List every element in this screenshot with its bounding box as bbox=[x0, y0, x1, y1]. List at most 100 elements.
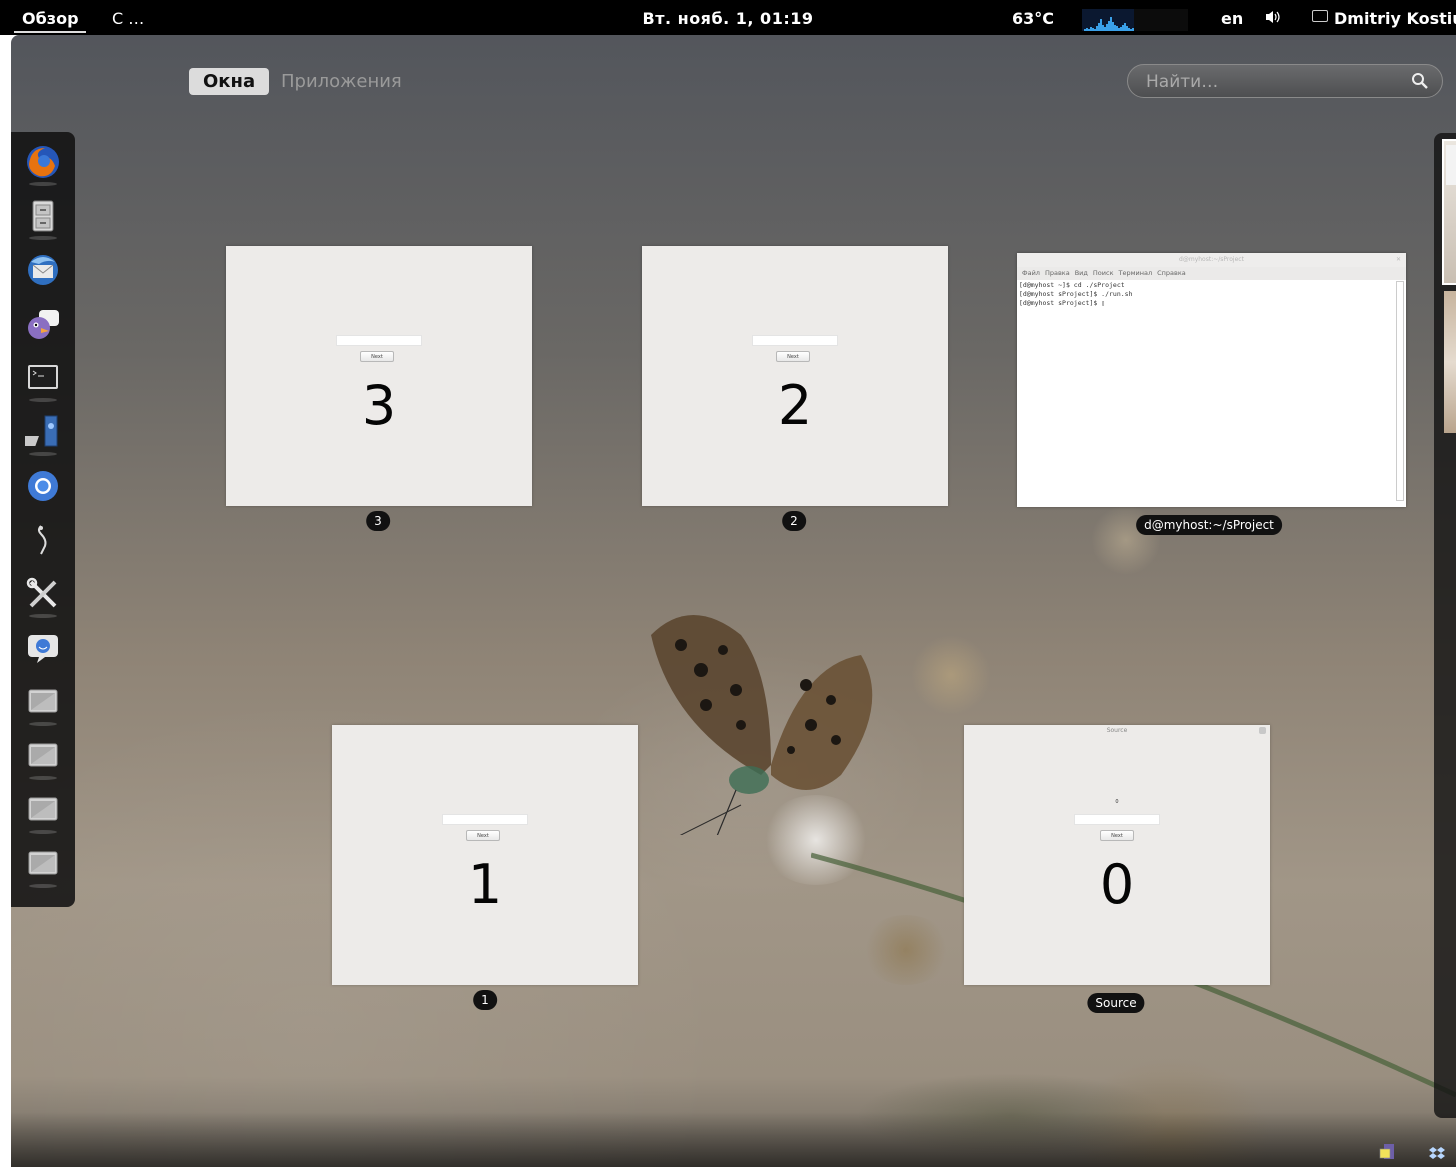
system-monitor-icon bbox=[25, 415, 58, 447]
dash-reflection bbox=[29, 722, 57, 726]
activities-underline bbox=[14, 31, 86, 33]
dash-item-window-2[interactable] bbox=[25, 738, 61, 774]
dash bbox=[11, 132, 75, 907]
text-entry bbox=[336, 335, 422, 346]
window-titlebar bbox=[642, 246, 948, 258]
counter-label: 2 bbox=[777, 374, 813, 437]
dash-item-window-3[interactable] bbox=[25, 792, 61, 828]
volume-icon[interactable] bbox=[1264, 9, 1282, 30]
search-input[interactable] bbox=[1144, 70, 1398, 94]
next-button: Next bbox=[360, 351, 394, 362]
terminal-menu-item: Вид bbox=[1074, 269, 1088, 277]
terminal-menubar: Файл Правка Вид Поиск Терминал Справка bbox=[1017, 267, 1406, 280]
dash-reflection bbox=[29, 452, 57, 456]
dropbox-icon[interactable] bbox=[1428, 1144, 1446, 1162]
chromium-icon bbox=[28, 471, 58, 501]
dash-reflection bbox=[29, 776, 57, 780]
source-label: 0 bbox=[1115, 799, 1119, 805]
terminal-icon bbox=[28, 365, 58, 389]
dash-item-monitor[interactable] bbox=[25, 414, 61, 450]
file-cabinet-icon bbox=[32, 200, 54, 232]
dash-item-pidgin[interactable] bbox=[25, 306, 61, 342]
window-thumbnail-1[interactable]: Next 1 bbox=[332, 725, 638, 985]
window-icon bbox=[28, 689, 58, 713]
text-entry bbox=[752, 335, 838, 346]
counter-label: 1 bbox=[467, 853, 503, 916]
tools-icon bbox=[26, 577, 57, 608]
cpu-graph bbox=[1082, 9, 1134, 31]
next-button: Next bbox=[466, 830, 500, 841]
counter-label: 3 bbox=[361, 374, 397, 437]
window-icon bbox=[28, 797, 58, 821]
terminal-scrollbar bbox=[1396, 281, 1404, 501]
dash-item-firefox[interactable] bbox=[25, 144, 61, 180]
terminal-menu-item: Справка bbox=[1157, 269, 1186, 277]
window-caption-source[interactable]: Source bbox=[1087, 993, 1145, 1013]
thunderbird-icon bbox=[28, 255, 58, 285]
tray-app-icon[interactable] bbox=[1378, 1143, 1396, 1161]
terminal-titlebar: d@myhost:~/sProject bbox=[1017, 253, 1406, 267]
search-box[interactable] bbox=[1127, 64, 1443, 98]
firefox-icon bbox=[27, 146, 59, 178]
window-icon bbox=[28, 851, 58, 875]
dash-reflection bbox=[29, 236, 57, 240]
dash-item-window-4[interactable] bbox=[25, 846, 61, 882]
window-icon bbox=[28, 743, 58, 767]
dash-item-tools[interactable] bbox=[25, 576, 61, 612]
user-menu[interactable]: Dmitriy Kostiuk bbox=[1312, 9, 1456, 29]
dash-item-inkscape[interactable] bbox=[25, 522, 61, 558]
dash-item-chat[interactable] bbox=[25, 630, 61, 666]
window-thumbnail-terminal[interactable]: d@myhost:~/sProject ✕ Файл Правка Вид Поиск… bbox=[1017, 253, 1406, 507]
dash-reflection bbox=[29, 182, 57, 186]
speaker-icon bbox=[1266, 11, 1280, 23]
window-titlebar bbox=[332, 725, 638, 737]
window-titlebar bbox=[226, 246, 532, 258]
terminal-output: [d@myhost ~]$ cd ./sProject [d@myhost sP… bbox=[1019, 281, 1133, 307]
close-icon bbox=[1259, 727, 1266, 734]
window-thumbnail-source[interactable]: Source 0 Next 0 bbox=[964, 725, 1270, 985]
window-caption-2[interactable]: 2 bbox=[782, 511, 806, 531]
next-button: Next bbox=[776, 351, 810, 362]
temperature-indicator[interactable]: 63°C bbox=[1012, 9, 1054, 29]
window-thumbnail-3[interactable]: Next 3 bbox=[226, 246, 532, 506]
workspace-thumbnail-2[interactable] bbox=[1444, 291, 1456, 433]
workspace-thumbnail-1[interactable] bbox=[1442, 139, 1456, 285]
search-icon bbox=[1412, 73, 1428, 89]
window-caption-1[interactable]: 1 bbox=[473, 990, 497, 1010]
close-icon: ✕ bbox=[1395, 256, 1402, 263]
dash-reflection bbox=[29, 884, 57, 888]
terminal-menu-item: Терминал bbox=[1118, 269, 1153, 277]
wallpaper-bokeh bbox=[911, 635, 991, 715]
dash-reflection bbox=[29, 398, 57, 402]
dash-item-files[interactable] bbox=[25, 198, 61, 234]
chat-icon bbox=[28, 635, 58, 663]
counter-label: 0 bbox=[1099, 853, 1135, 916]
top-panel: Обзор С … Вт. нояб. 1, 01:19 63°C en Dmi… bbox=[0, 0, 1456, 35]
terminal-menu-item: Поиск bbox=[1092, 269, 1114, 277]
pidgin-icon bbox=[28, 310, 59, 339]
window-thumbnail-2[interactable]: Next 2 bbox=[642, 246, 948, 506]
keyboard-layout-indicator[interactable]: en bbox=[1221, 9, 1243, 29]
window-caption-terminal[interactable]: d@myhost:~/sProject bbox=[1136, 515, 1282, 535]
dash-item-window-1[interactable] bbox=[25, 684, 61, 720]
dash-item-thunderbird[interactable] bbox=[25, 252, 61, 288]
next-button: Next bbox=[1100, 830, 1134, 841]
window-titlebar: Source bbox=[1106, 727, 1128, 734]
windows-tab[interactable]: Окна bbox=[189, 68, 270, 95]
inkscape-pen-icon bbox=[38, 525, 47, 555]
user-name: Dmitriy Kostiuk bbox=[1334, 9, 1456, 28]
dash-reflection bbox=[29, 830, 57, 834]
dash-item-terminal[interactable] bbox=[25, 360, 61, 396]
terminal-menu-item: Файл bbox=[1022, 269, 1040, 277]
dash-reflection bbox=[29, 614, 57, 618]
workspace-switcher bbox=[1434, 133, 1456, 1118]
envelope-icon bbox=[1312, 10, 1328, 22]
window-caption-3[interactable]: 3 bbox=[366, 511, 390, 531]
terminal-menu-item: Правка bbox=[1044, 269, 1070, 277]
system-monitor-applet[interactable] bbox=[1082, 9, 1188, 31]
text-entry bbox=[442, 814, 528, 825]
activities-overview: Окна Приложения Найти… Next 3 3 Next 2 2… bbox=[11, 35, 1456, 1167]
text-entry bbox=[1074, 814, 1160, 825]
applications-tab[interactable]: Приложения bbox=[281, 68, 402, 95]
dash-item-chromium[interactable] bbox=[25, 468, 61, 504]
